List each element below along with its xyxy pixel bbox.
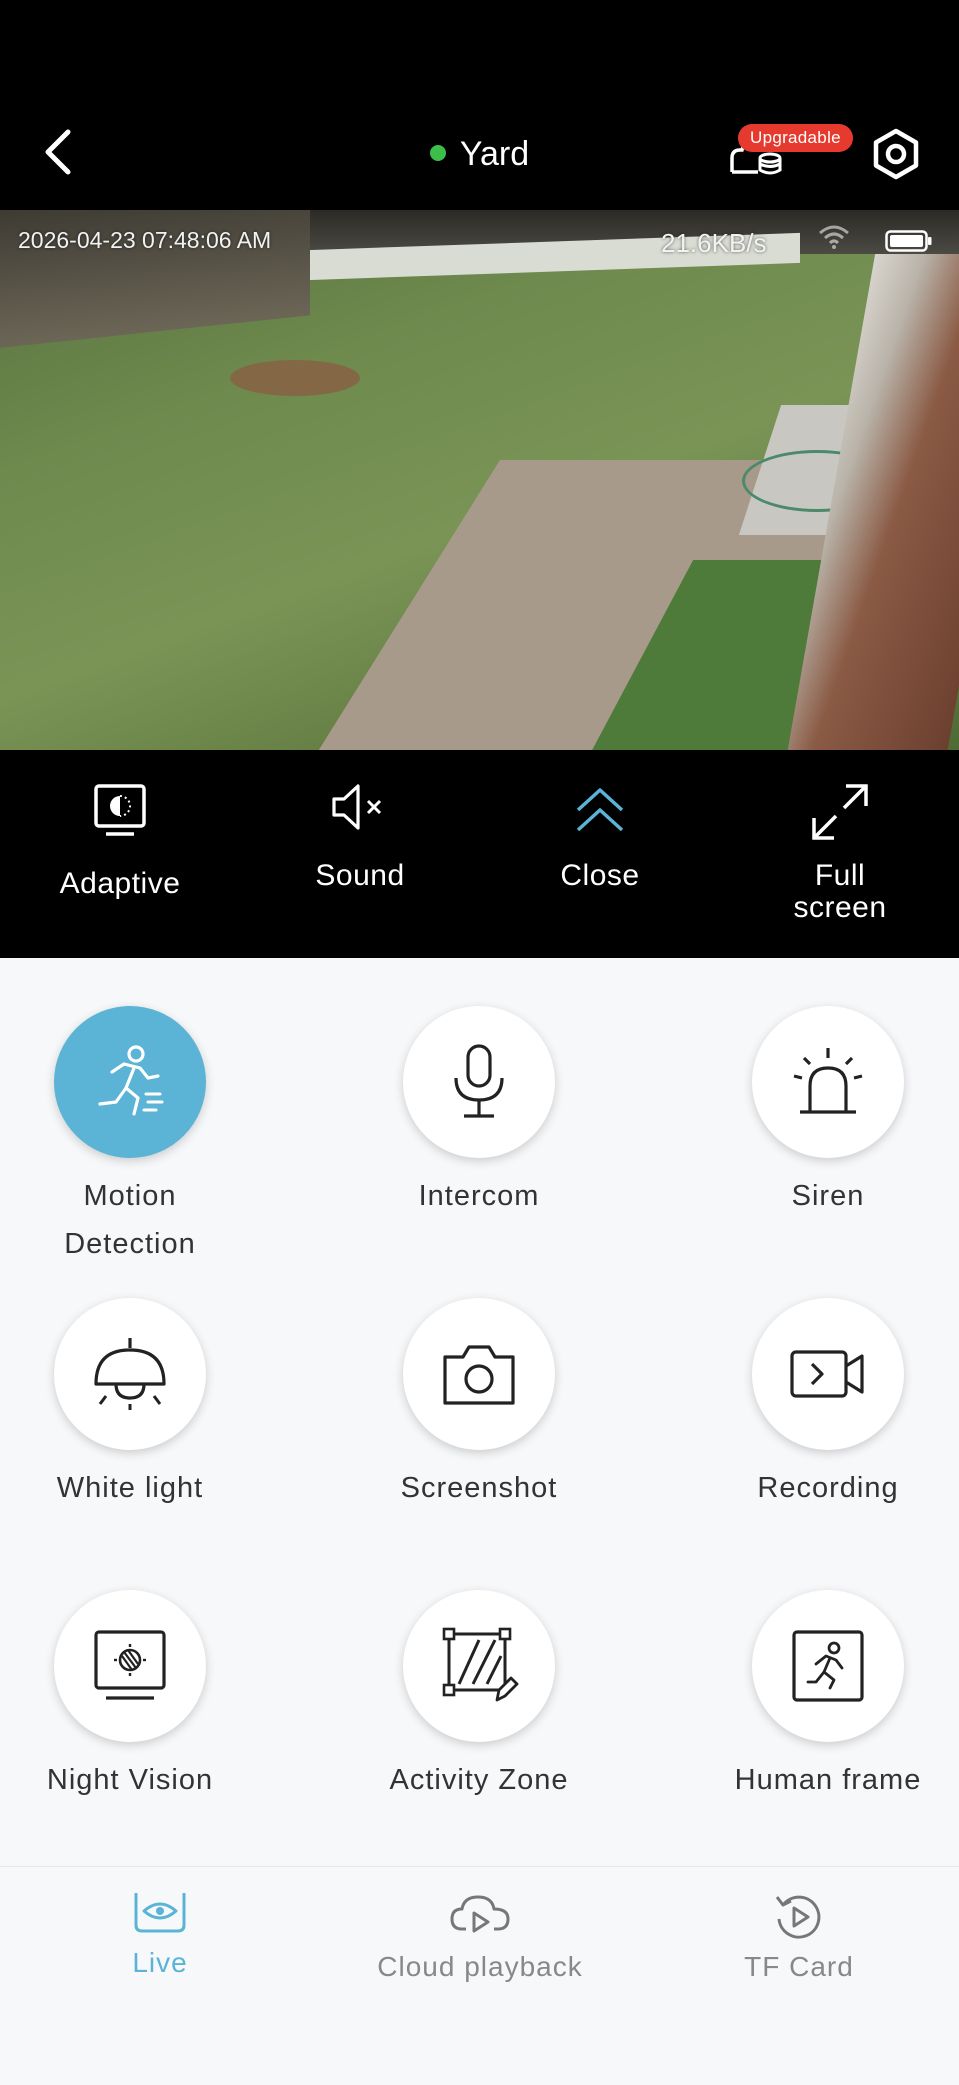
replay-icon (775, 1895, 821, 1939)
tab-tf-card-label: TF Card (744, 1951, 854, 1982)
camera-name: Yard (459, 135, 530, 173)
running-person-icon (98, 1045, 164, 1116)
siren-label: Siren (791, 1180, 865, 1212)
bottom-tab-bar: Live Cloud playback TF Card (0, 1866, 959, 2085)
activity-zone-icon (442, 1627, 519, 1702)
night-vision-button[interactable]: Night Vision (20, 1590, 240, 1804)
wifi-icon (819, 225, 849, 249)
recording-button[interactable]: Recording (718, 1298, 938, 1512)
fullscreen-button[interactable]: Full screen (720, 750, 959, 958)
white-light-button[interactable]: White light (20, 1298, 240, 1512)
adaptive-label: Adaptive (59, 867, 181, 900)
video-record-icon (790, 1350, 864, 1398)
human-frame-button[interactable]: Human frame (718, 1590, 938, 1804)
microphone-icon (454, 1044, 504, 1118)
recording-label: Recording (757, 1472, 899, 1504)
night-vision-icon (94, 1630, 166, 1700)
sound-button[interactable]: Sound (240, 750, 480, 958)
battery-full-icon (885, 230, 932, 252)
tab-live[interactable]: Live (0, 1867, 320, 2007)
screenshot-button[interactable]: Screenshot (369, 1298, 589, 1512)
motion-detection-button[interactable]: Motion Detection (20, 1006, 240, 1268)
activity-zone-button[interactable]: Activity Zone (369, 1590, 589, 1804)
hexagon-settings-icon (873, 128, 919, 180)
speaker-muted-icon (332, 784, 382, 830)
sound-label: Sound (315, 859, 405, 892)
settings-button[interactable] (870, 128, 922, 180)
expand-icon (812, 784, 868, 840)
activity-zone-label: Activity Zone (389, 1764, 569, 1796)
upgradable-badge[interactable]: Upgradable (738, 124, 853, 152)
ceiling-lamp-icon (94, 1338, 166, 1410)
human-frame-label: Human frame (734, 1764, 922, 1796)
tab-cloud-playback-label: Cloud playback (377, 1951, 583, 1982)
night-vision-label: Night Vision (46, 1764, 214, 1796)
tab-live-label: Live (132, 1947, 188, 1978)
siren-icon (793, 1048, 863, 1114)
fullscreen-label: Full screen (793, 859, 887, 924)
intercom-label: Intercom (418, 1180, 540, 1212)
white-light-label: White light (56, 1472, 204, 1504)
close-label: Close (560, 859, 640, 892)
top-bar: Yard Upgradable (0, 0, 959, 210)
online-status-dot (429, 145, 446, 162)
tab-cloud-playback[interactable]: Cloud playback (320, 1867, 640, 2007)
human-frame-icon (792, 1630, 864, 1702)
screenshot-label: Screenshot (400, 1472, 558, 1504)
intercom-button[interactable]: Intercom (369, 1006, 589, 1220)
video-timestamp: 2026-04-23 07:48:06 AM (18, 227, 272, 253)
video-control-bar: Adaptive Sound Close Full screen (0, 750, 959, 958)
feature-grid: Motion Detection Intercom Siren White li… (0, 958, 959, 1866)
tab-tf-card[interactable]: TF Card (639, 1867, 959, 2007)
adaptive-display-icon (94, 784, 146, 836)
live-video-feed[interactable]: 2026-04-23 07:48:06 AM 21.6KB/s (0, 210, 959, 750)
double-chevron-up-icon (576, 788, 624, 832)
close-controls-button[interactable]: Close (480, 750, 720, 958)
cloud-play-icon (450, 1895, 510, 1933)
camera-icon (443, 1345, 515, 1405)
adaptive-button[interactable]: Adaptive (0, 750, 240, 958)
siren-button[interactable]: Siren (718, 1006, 938, 1220)
live-eye-icon (134, 1893, 186, 1933)
motion-detection-label: Motion Detection (64, 1180, 196, 1260)
video-bitrate: 21.6KB/s (661, 228, 767, 258)
